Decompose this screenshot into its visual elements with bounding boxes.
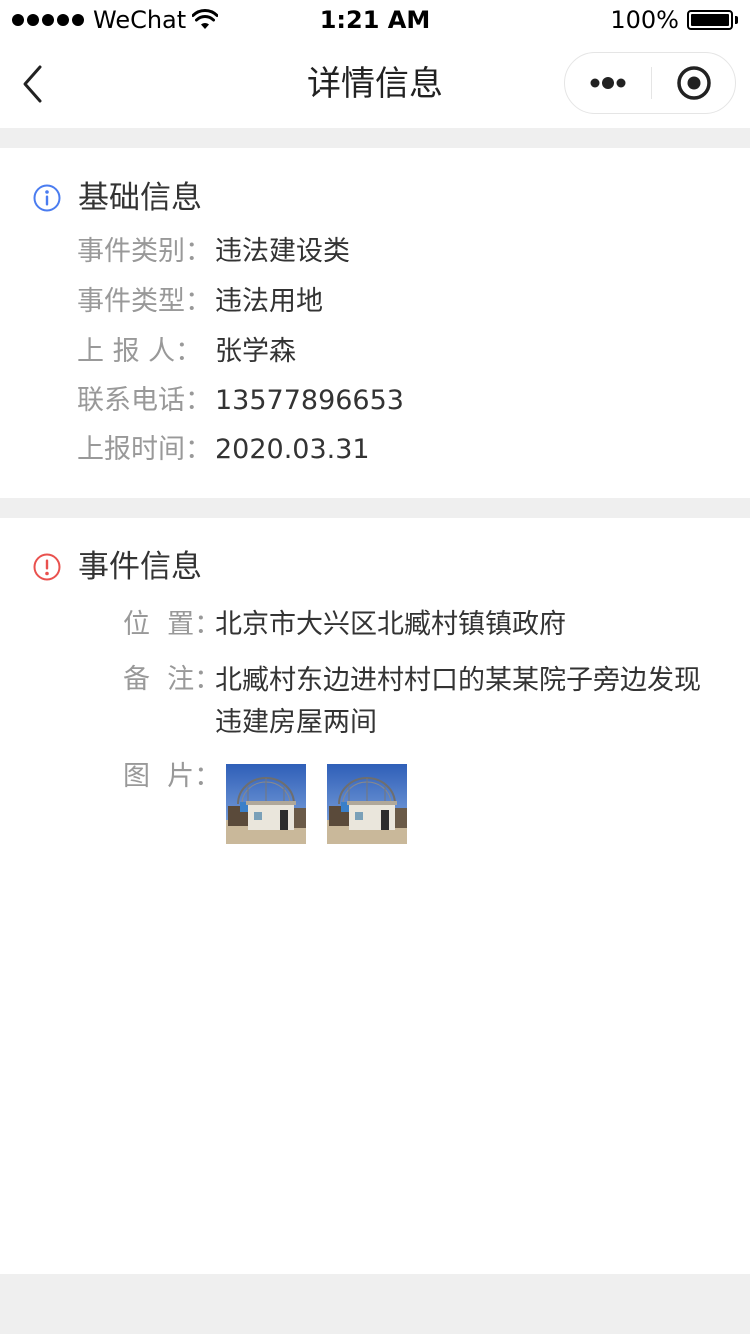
field-label: 事件类别： [77,236,212,267]
field-label: 事件类型： [77,286,212,317]
field-label: 上 报 人： [77,336,203,367]
field-row-images: 图 片： [123,757,222,797]
field-label: 联系电话： [77,385,212,416]
target-close-icon [677,66,711,100]
status-bar: WeChat 1:21 AM 100% [0,0,750,40]
status-right: 100% [610,6,738,34]
field-value: 违法用地 [215,286,323,317]
section-divider [0,498,750,518]
field-value: 张学森 [215,336,296,367]
more-button[interactable] [565,53,651,113]
nav-bar: 详情信息 [0,40,750,128]
building-photo-image [226,764,306,844]
location-value: 北京市大兴区北臧村镇镇政府 [215,609,566,640]
field-row-type: 事件类型： 违法用地 [77,282,323,322]
field-label: 位 置： [123,609,222,640]
basic-info-section: 基础信息 事件类别： 违法建设类 事件类型： 违法用地 上 报 人： 张学森 联… [0,148,750,498]
event-photo-thumbnail[interactable] [226,764,306,844]
field-row-report-time: 上报时间： 2020.03.31 [77,430,370,470]
close-miniprogram-button[interactable] [652,53,736,113]
basic-info-header: 基础信息 [32,176,202,220]
field-row-note: 备 注： 北臧村东边进村村口的某某院子旁边发现违建房屋两间 [123,660,723,744]
field-row-location: 位 置： 北京市大兴区北臧村镇镇政府 [123,605,566,645]
event-info-header: 事件信息 [32,545,202,589]
field-row-category: 事件类别： 违法建设类 [77,232,350,272]
basic-info-title: 基础信息 [78,180,202,216]
event-info-title: 事件信息 [78,549,202,585]
event-photo-thumbnail[interactable] [327,764,407,844]
building-photo-image [327,764,407,844]
info-icon [33,184,61,212]
mini-program-capsule [564,52,736,114]
field-label: 上报时间： [77,434,212,465]
field-label: 备 注： [123,664,222,695]
field-label: 图 片： [123,761,222,792]
event-info-section: 事件信息 位 置： 北京市大兴区北臧村镇镇政府 备 注： 北臧村东边进村村口的某… [0,518,750,1274]
bottom-safe-area [0,1274,750,1334]
section-divider [0,128,750,148]
battery-icon [687,10,733,30]
battery-cap [735,16,738,24]
warning-icon [33,553,61,581]
note-value: 北臧村东边进村村口的某某院子旁边发现违建房屋两间 [215,665,701,738]
phone-value[interactable]: 13577896653 [215,381,404,421]
field-value: 违法建设类 [215,236,350,267]
field-row-reporter: 上 报 人： 张学森 [77,332,296,372]
field-value: 2020.03.31 [215,434,370,465]
field-row-phone: 联系电话： 13577896653 [77,381,404,421]
more-icon [590,77,626,89]
battery-percent: 100% [610,6,679,34]
